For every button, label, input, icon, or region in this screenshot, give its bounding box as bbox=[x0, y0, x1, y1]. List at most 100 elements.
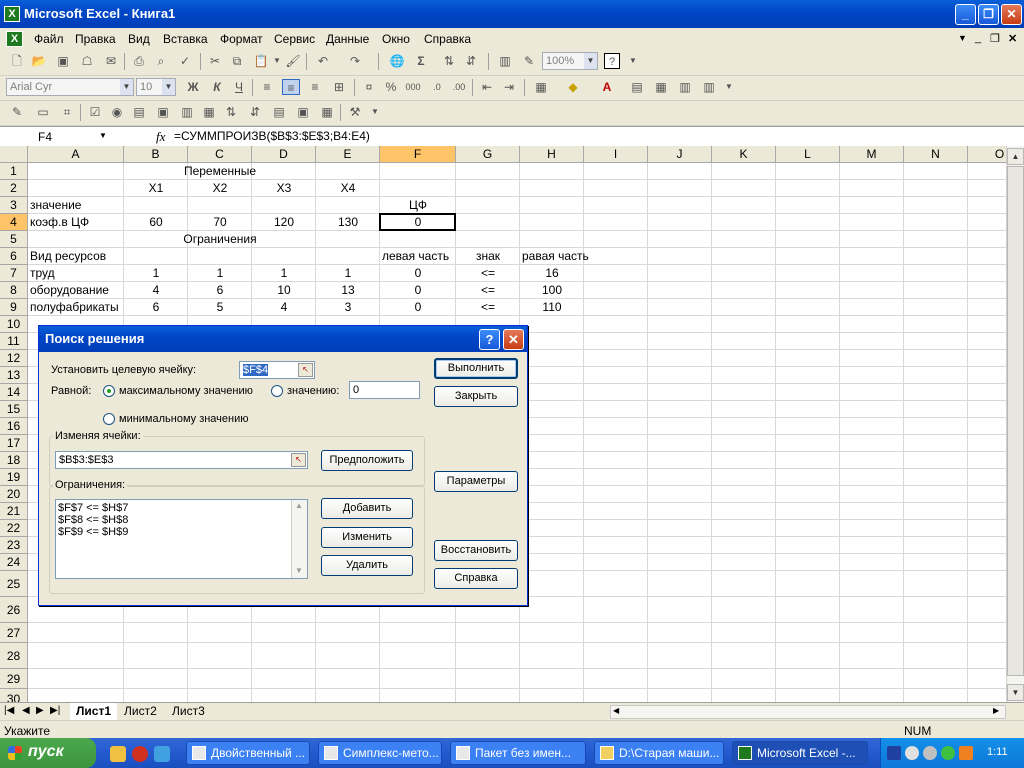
column-header-e[interactable]: E bbox=[316, 146, 380, 163]
comma-style-button[interactable]: 000 bbox=[402, 79, 424, 95]
menu-view[interactable]: Вид bbox=[128, 32, 150, 46]
row-header-11[interactable]: 11 bbox=[0, 333, 28, 350]
value-radio[interactable] bbox=[271, 385, 283, 397]
column-header-j[interactable]: J bbox=[648, 146, 712, 163]
task-button-3[interactable]: Пакет без имен... bbox=[450, 741, 586, 765]
row-header-10[interactable]: 10 bbox=[0, 316, 28, 333]
reset-all-button[interactable]: Восстановить bbox=[434, 540, 518, 561]
combo-list-icon[interactable]: ▥ bbox=[178, 104, 196, 120]
cell-g8[interactable]: <= bbox=[458, 282, 518, 299]
doc-close-button[interactable]: ✕ bbox=[1008, 32, 1017, 45]
column-header-a[interactable]: A bbox=[28, 146, 124, 163]
target-cell-input[interactable]: $F$4 ↖ bbox=[239, 361, 315, 379]
restore-button[interactable]: ❐ bbox=[978, 4, 999, 25]
scroll-left-icon[interactable]: ◀ bbox=[613, 706, 619, 715]
cell-e7[interactable]: 1 bbox=[318, 265, 378, 282]
constraints-scrollbar[interactable]: ▲ ▼ bbox=[291, 500, 307, 578]
cell-h6[interactable]: равая часть bbox=[522, 248, 589, 265]
cell-a7[interactable]: труд bbox=[30, 265, 122, 282]
row-header-25[interactable]: 25 bbox=[0, 571, 28, 597]
solve-button[interactable]: Выполнить bbox=[434, 358, 518, 379]
cut-icon[interactable]: ✂ bbox=[206, 53, 224, 69]
edit-code-icon[interactable]: ▣ bbox=[294, 104, 312, 120]
cell-e8[interactable]: 13 bbox=[318, 282, 378, 299]
control-properties-icon[interactable]: ▤ bbox=[270, 104, 288, 120]
align-right-icon[interactable]: ≡ bbox=[306, 79, 324, 95]
next-sheet-icon[interactable]: ▶ bbox=[36, 705, 44, 716]
row-header-19[interactable]: 19 bbox=[0, 469, 28, 486]
sheet-tab-1[interactable]: Лист1 bbox=[70, 703, 118, 720]
task-button-2[interactable]: Симплекс-мето... bbox=[318, 741, 442, 765]
doc-minimize-button[interactable]: _ bbox=[975, 32, 981, 44]
cell-h7[interactable]: 16 bbox=[520, 265, 584, 282]
cell-f7[interactable]: 0 bbox=[382, 265, 454, 282]
quicklaunch-icon[interactable] bbox=[110, 746, 126, 762]
max-radio[interactable] bbox=[103, 385, 115, 397]
clock[interactable]: 1:11 bbox=[987, 746, 1008, 758]
cell-c8[interactable]: 6 bbox=[190, 282, 250, 299]
cell-e9[interactable]: 3 bbox=[318, 299, 378, 316]
tray-icon[interactable] bbox=[905, 746, 919, 760]
toolbar-options-icon[interactable]: ▼ bbox=[720, 79, 738, 95]
first-sheet-icon[interactable]: |◀ bbox=[4, 705, 14, 716]
group-box-icon[interactable]: ⌗ bbox=[58, 104, 76, 120]
dialog-help-button[interactable]: ? bbox=[479, 329, 500, 350]
grid-icon[interactable]: ▦ bbox=[652, 79, 670, 95]
cell-a6[interactable]: Вид ресурсов bbox=[30, 248, 122, 265]
cell-h8[interactable]: 100 bbox=[520, 282, 584, 299]
cell-a3[interactable]: значение bbox=[30, 197, 122, 214]
change-button[interactable]: Изменить bbox=[321, 527, 413, 548]
formula-input[interactable]: =СУММПРОИЗВ($B$3:$E$3;B4:E4) bbox=[174, 129, 370, 143]
borders-icon[interactable]: ▦ bbox=[532, 79, 550, 95]
combo-box-icon[interactable]: ▣ bbox=[154, 104, 172, 120]
last-sheet-icon[interactable]: ▶| bbox=[50, 705, 60, 716]
menu-tools[interactable]: Сервис bbox=[274, 32, 315, 46]
chart-wizard-icon[interactable]: ▥ bbox=[496, 53, 514, 69]
menu-window[interactable]: Окно bbox=[382, 32, 410, 46]
run-dialog-icon[interactable]: ⚒ bbox=[346, 104, 364, 120]
open-icon[interactable]: 📂 bbox=[30, 53, 48, 69]
zoom-select[interactable]: 100% ▼ bbox=[542, 52, 598, 70]
min-radio[interactable] bbox=[103, 413, 115, 425]
row-header-12[interactable]: 12 bbox=[0, 350, 28, 367]
constraint-item[interactable]: $F$7 <= $H$7 bbox=[56, 502, 307, 514]
percent-button[interactable]: % bbox=[382, 79, 400, 95]
save-icon[interactable]: ▣ bbox=[54, 53, 72, 69]
row-header-20[interactable]: 20 bbox=[0, 486, 28, 503]
chevron-down-icon[interactable]: ▼ bbox=[99, 131, 107, 140]
option-button-icon[interactable]: ◉ bbox=[108, 104, 126, 120]
row-header-26[interactable]: 26 bbox=[0, 597, 28, 623]
row-header-23[interactable]: 23 bbox=[0, 537, 28, 554]
cell-b2[interactable]: X1 bbox=[126, 180, 186, 197]
new-icon[interactable]: 🗋 bbox=[8, 53, 26, 69]
prev-sheet-icon[interactable]: ◀ bbox=[22, 705, 30, 716]
cell-f6[interactable]: левая часть bbox=[382, 248, 454, 265]
minimize-button[interactable]: _ bbox=[955, 4, 976, 25]
sort-descending-icon[interactable]: ⇵ bbox=[462, 53, 480, 69]
cell-g6[interactable]: знак bbox=[458, 248, 518, 265]
row-header-7[interactable]: 7 bbox=[0, 265, 28, 282]
row-header-24[interactable]: 24 bbox=[0, 554, 28, 571]
column-header-h[interactable]: H bbox=[520, 146, 584, 163]
tray-icon[interactable] bbox=[923, 746, 937, 760]
row-header-3[interactable]: 3 bbox=[0, 197, 28, 214]
redo-icon[interactable]: ↷ bbox=[346, 53, 364, 69]
dialog-close-button[interactable]: ✕ bbox=[503, 329, 524, 350]
row-header-5[interactable]: 5 bbox=[0, 231, 28, 248]
close-button[interactable]: Закрыть bbox=[434, 386, 518, 407]
row-header-21[interactable]: 21 bbox=[0, 503, 28, 520]
column-header-b[interactable]: B bbox=[124, 146, 188, 163]
column-header-k[interactable]: K bbox=[712, 146, 776, 163]
bold-button[interactable]: Ж bbox=[184, 79, 202, 95]
task-button-1[interactable]: Двойственный ... bbox=[186, 741, 310, 765]
excel-icon[interactable]: X bbox=[4, 6, 20, 22]
row-header-8[interactable]: 8 bbox=[0, 282, 28, 299]
cell-c4[interactable]: 70 bbox=[190, 214, 250, 231]
fill-color-icon[interactable]: ◆ bbox=[564, 79, 582, 95]
autosum-icon[interactable]: Σ bbox=[412, 53, 430, 69]
email-icon[interactable]: ✉ bbox=[102, 53, 120, 69]
cell-d2[interactable]: X3 bbox=[254, 180, 314, 197]
tray-icon[interactable] bbox=[941, 746, 955, 760]
row-header-27[interactable]: 27 bbox=[0, 623, 28, 643]
column-header-f[interactable]: F bbox=[380, 146, 456, 163]
